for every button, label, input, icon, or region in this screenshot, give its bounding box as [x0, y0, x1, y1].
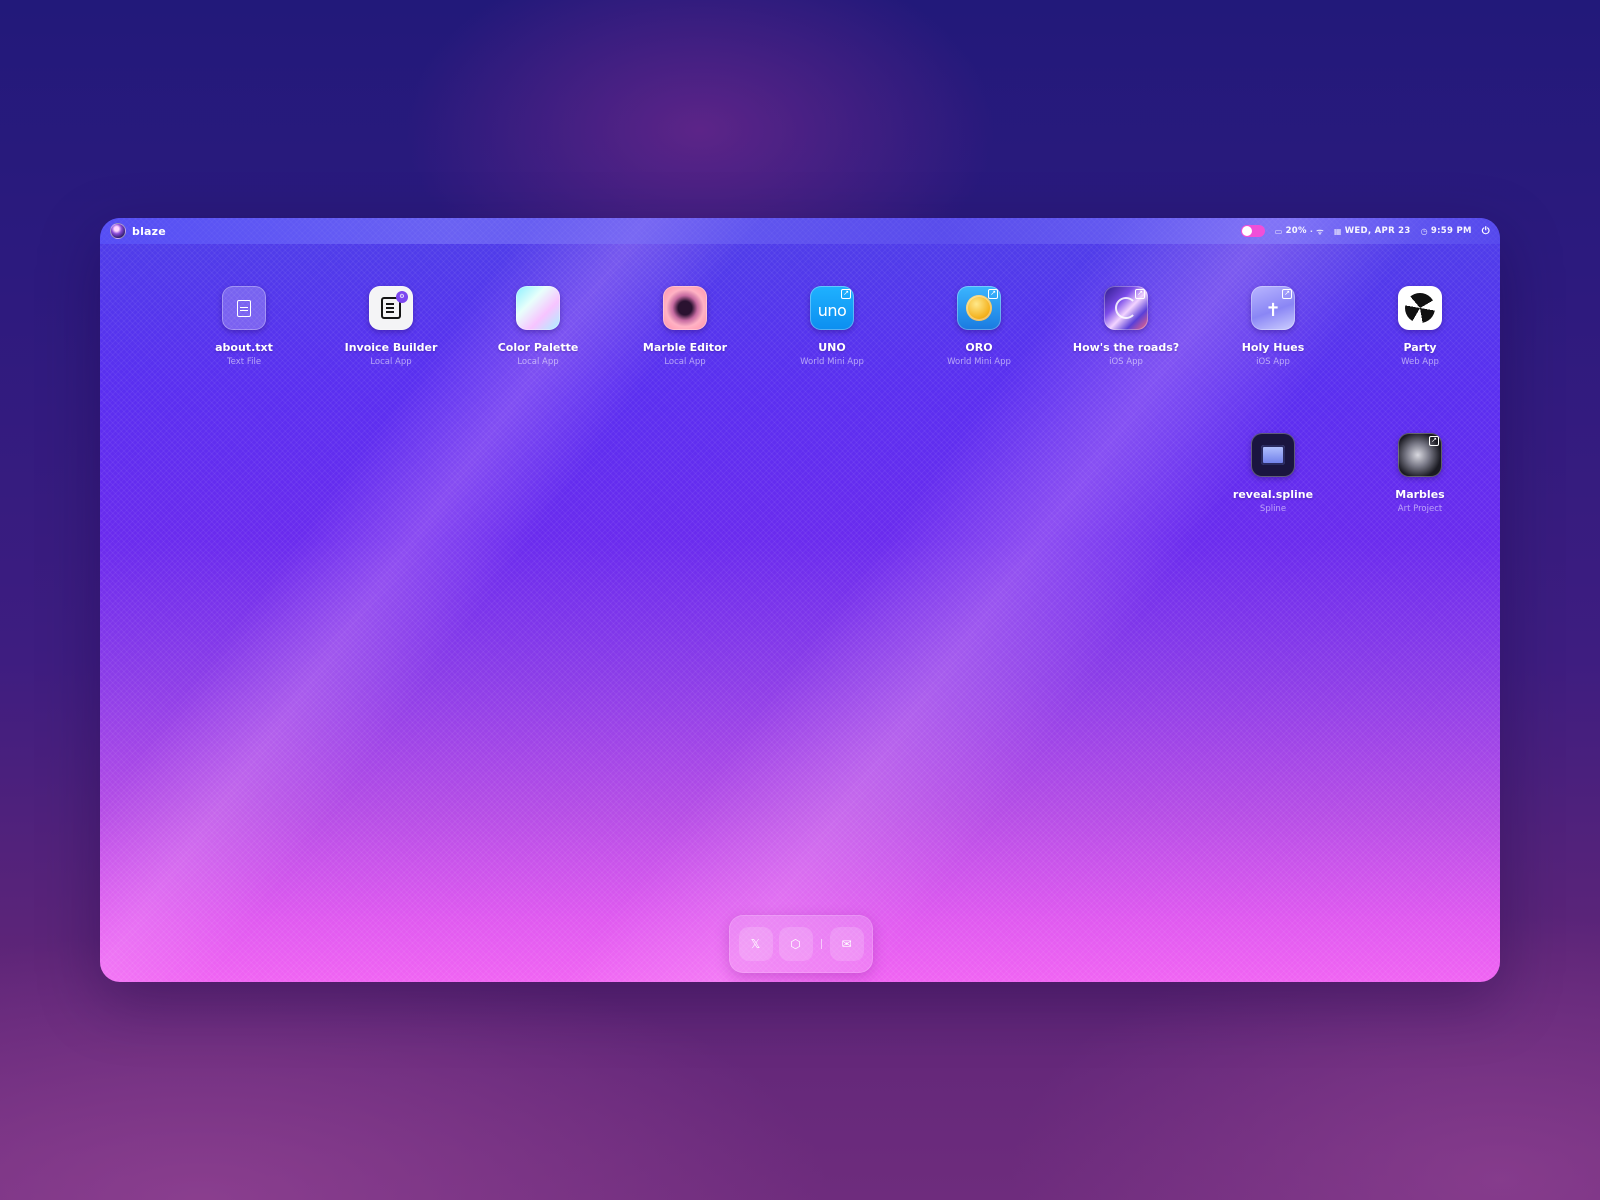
app-color-palette[interactable]: Color Palette Local App [478, 286, 598, 367]
codepen-icon: ⬡ [790, 937, 801, 951]
clock-icon: ◷ [1420, 226, 1428, 236]
app-name: Party [1403, 341, 1437, 354]
date-status: ▦ WED, APR 23 [1334, 226, 1411, 236]
app-marbles[interactable]: ↗ Marbles Art Project [1360, 433, 1480, 514]
mail-button[interactable]: ✉ [829, 927, 864, 961]
roads-icon: ↗ [1104, 286, 1148, 330]
app-type: Spline [1259, 504, 1287, 514]
app-type: Local App [370, 357, 412, 367]
battery-icon: ▭ [1274, 226, 1283, 236]
theme-toggle[interactable] [1240, 225, 1265, 237]
app-invoice-builder[interactable]: ⚙ Invoice Builder Local App [331, 286, 451, 367]
uno-wordmark: uno [817, 300, 847, 320]
app-name: Marbles [1395, 488, 1445, 501]
uno-icon: uno ↗ [810, 286, 854, 330]
desktop-screen: blaze ▭ 20% · ᯤ ▦ WED, APR 23 ◷ 9:59 PM … [100, 218, 1500, 982]
invoice-icon: ⚙ [369, 286, 413, 330]
marbles-icon: ↗ [1398, 433, 1442, 477]
x-icon: 𝕏 [750, 937, 761, 951]
app-type: Local App [517, 357, 559, 367]
power-icon[interactable]: ⏻ [1482, 226, 1490, 237]
palette-icon [516, 286, 560, 330]
app-type: Web App [1401, 357, 1439, 367]
app-marble-editor[interactable]: Marble Editor Local App [625, 286, 745, 367]
app-type: World Mini App [800, 357, 864, 367]
party-icon [1398, 286, 1442, 330]
avatar[interactable] [110, 223, 126, 239]
app-type: World Mini App [947, 357, 1011, 367]
app-oro[interactable]: ↗ ORO World Mini App [919, 286, 1039, 367]
time-text: 9:59 PM [1430, 226, 1472, 236]
calendar-icon: ▦ [1333, 226, 1342, 236]
app-name: ORO [965, 341, 993, 354]
dock: 𝕏 ⬡ ✉ [729, 915, 873, 973]
date-text: WED, APR 23 [1344, 226, 1411, 236]
oro-coin-icon: ↗ [957, 286, 1001, 330]
codepen-button[interactable]: ⬡ [778, 927, 813, 961]
app-name: Invoice Builder [344, 341, 438, 354]
app-about-txt[interactable]: about.txt Text File [184, 286, 304, 367]
spline-file-icon [1251, 433, 1295, 477]
app-type: Text File [226, 357, 262, 367]
x-twitter-button[interactable]: 𝕏 [738, 927, 773, 961]
app-type: Local App [664, 357, 706, 367]
external-link-icon: ↗ [841, 289, 851, 299]
menu-bar: blaze ▭ 20% · ᯤ ▦ WED, APR 23 ◷ 9:59 PM … [100, 218, 1500, 244]
dock-divider [820, 939, 822, 949]
app-uno[interactable]: uno ↗ UNO World Mini App [772, 286, 892, 367]
wifi-icon: · ᯤ [1309, 226, 1324, 236]
app-name: reveal.spline [1232, 488, 1314, 501]
app-holy-hues[interactable]: ✝ ↗ Holy Hues iOS App [1213, 286, 1333, 367]
external-link-icon: ↗ [1429, 436, 1439, 446]
external-link-icon: ↗ [988, 289, 998, 299]
external-link-icon: ↗ [1135, 289, 1145, 299]
marble-icon [663, 286, 707, 330]
external-link-icon: ↗ [1282, 289, 1292, 299]
time-status: ◷ 9:59 PM [1421, 226, 1472, 236]
app-name: Color Palette [497, 341, 579, 354]
app-party[interactable]: Party Web App [1360, 286, 1480, 367]
app-name: about.txt [215, 341, 273, 354]
app-type: iOS App [1256, 357, 1290, 367]
battery-status: ▭ 20% · ᯤ [1275, 226, 1324, 237]
app-type: Art Project [1397, 504, 1443, 514]
desktop-icons: about.txt Text File ⚙ Invoice Builder Lo… [100, 218, 1500, 982]
app-name: UNO [818, 341, 846, 354]
app-reveal-spline[interactable]: reveal.spline Spline [1213, 433, 1333, 514]
app-hows-the-roads[interactable]: ↗ How's the roads? iOS App [1066, 286, 1186, 367]
app-name: Holy Hues [1241, 341, 1305, 354]
brand[interactable]: blaze [110, 223, 166, 239]
text-file-icon [222, 286, 266, 330]
brand-name: blaze [132, 224, 166, 238]
app-name: How's the roads? [1072, 341, 1180, 354]
app-type: iOS App [1109, 357, 1143, 367]
app-name: Marble Editor [642, 341, 728, 354]
battery-percent: 20% [1285, 226, 1307, 236]
cross-icon: ✝ ↗ [1251, 286, 1295, 330]
mail-icon: ✉ [841, 937, 852, 951]
status-area: ▭ 20% · ᯤ ▦ WED, APR 23 ◷ 9:59 PM ⏻ [1240, 225, 1490, 237]
